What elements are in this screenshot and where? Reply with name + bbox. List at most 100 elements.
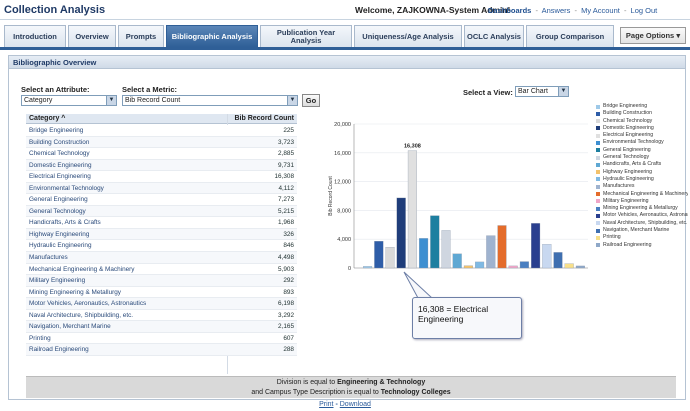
category-cell[interactable]: Mechanical Engineering & Machinery xyxy=(29,266,135,273)
tab-overview[interactable]: Overview xyxy=(68,25,116,47)
view-value: Bar Chart xyxy=(518,88,548,95)
category-cell[interactable]: Bridge Engineering xyxy=(29,127,83,134)
table-row: Naval Architecture, Shipbuilding, etc. 3,… xyxy=(26,309,297,322)
y-axis-label: Bib Record Count xyxy=(328,176,334,216)
legend-item: Hydraulic Engineering xyxy=(596,176,688,183)
category-cell[interactable]: Handicrafts, Arts & Crafts xyxy=(29,219,101,226)
category-cell[interactable]: Domestic Engineering xyxy=(29,162,92,169)
legend-label: Military Engineering xyxy=(603,197,649,204)
log-out-link[interactable]: Log Out xyxy=(631,6,658,15)
chart-bar xyxy=(542,244,552,269)
legend-item: Printing xyxy=(596,234,688,241)
y-tick-label: 8,000 xyxy=(337,208,351,214)
tab-introduction[interactable]: Introduction xyxy=(4,25,66,47)
my-account-link[interactable]: My Account xyxy=(581,6,620,15)
metric-select[interactable]: Bib Record Count ▼ xyxy=(122,95,298,106)
legend-label: Motor Vehicles, Aeronautics, Astronautic… xyxy=(603,212,688,219)
tab-bibliographic-analysis[interactable]: Bibliographic Analysis xyxy=(166,25,258,47)
count-cell: 16,308 xyxy=(274,173,294,181)
legend-item: Electrical Engineering xyxy=(596,132,688,139)
column-header-bib-record-count[interactable]: Bib Record Count xyxy=(229,115,295,122)
category-cell[interactable]: Electrical Engineering xyxy=(29,173,91,180)
legend-label: Handicrafts, Arts & Crafts xyxy=(603,161,662,168)
column-header-category[interactable]: Category ^ xyxy=(29,115,65,122)
category-cell[interactable]: Manufactures xyxy=(29,254,68,261)
print-link[interactable]: Print xyxy=(319,401,333,408)
category-cell[interactable]: Highway Engineering xyxy=(29,231,89,238)
go-button[interactable]: Go xyxy=(302,94,320,107)
category-cell[interactable]: Navigation, Merchant Marine xyxy=(29,323,111,330)
count-cell: 893 xyxy=(283,288,294,296)
chevron-down-icon[interactable]: ▼ xyxy=(558,87,568,96)
chart-bar xyxy=(519,261,529,269)
category-cell[interactable]: Railroad Engineering xyxy=(29,346,89,353)
legend-label: General Technology xyxy=(603,154,650,161)
chart-bar xyxy=(486,235,496,269)
table-row: Domestic Engineering 9,731 xyxy=(26,159,297,172)
download-link[interactable]: Download xyxy=(340,401,371,408)
table-header: Category ^ Bib Record Count xyxy=(26,114,297,124)
legend-swatch xyxy=(596,140,600,145)
tab-prompts[interactable]: Prompts xyxy=(118,25,164,47)
count-cell: 7,273 xyxy=(278,196,294,204)
filter-line-1: Division is equal to Engineering & Techn… xyxy=(26,378,676,388)
legend-label: Printing xyxy=(603,234,621,241)
count-cell: 5,215 xyxy=(278,207,294,215)
attribute-select[interactable]: Category ▼ xyxy=(21,95,117,106)
legend-label: General Engineering xyxy=(603,146,651,153)
legend-item: Environmental Technology xyxy=(596,139,688,146)
filter-value: Engineering & Technology xyxy=(337,379,426,386)
tab-oclc-analysis[interactable]: OCLC Analysis xyxy=(464,25,524,47)
category-cell[interactable]: Naval Architecture, Shipbuilding, etc. xyxy=(29,312,133,319)
count-cell: 1,968 xyxy=(278,219,294,227)
view-select[interactable]: Bar Chart ▼ xyxy=(515,86,569,97)
legend-swatch xyxy=(596,243,600,248)
table-row: Electrical Engineering 16,308 xyxy=(26,171,297,183)
view-label: Select a View: xyxy=(463,88,513,97)
tab-bar: Introduction Overview Prompts Bibliograp… xyxy=(0,20,690,49)
chevron-down-icon[interactable]: ▼ xyxy=(287,96,297,105)
answers-link[interactable]: Answers xyxy=(542,6,571,15)
chart-bar xyxy=(553,252,563,269)
category-cell[interactable]: Mining Engineering & Metallurgy xyxy=(29,289,121,296)
legend-label: Chemical Technology xyxy=(603,117,653,124)
table-row: General Engineering 7,273 xyxy=(26,194,297,206)
attribute-value: Category xyxy=(24,97,53,104)
table-body: Bridge Engineering 225 Building Constructi… xyxy=(26,125,297,356)
page-options-button[interactable]: Page Options ▾ xyxy=(620,27,686,44)
tab-uniqueness-age-analysis[interactable]: Uniqueness/Age Analysis xyxy=(354,25,462,47)
legend-swatch xyxy=(596,104,600,109)
category-cell[interactable]: Chemical Technology xyxy=(29,150,90,157)
legend-swatch xyxy=(596,162,600,167)
legend-item: Domestic Engineering xyxy=(596,125,688,132)
legend-swatch xyxy=(596,192,600,197)
category-cell[interactable]: Military Engineering xyxy=(29,277,85,284)
table-row: Railroad Engineering 288 xyxy=(26,344,297,356)
panel-title: Bibliographic Overview xyxy=(9,56,685,69)
legend-item: Handicrafts, Arts & Crafts xyxy=(596,161,688,168)
category-cell[interactable]: Printing xyxy=(29,335,51,342)
category-cell[interactable]: Environmental Technology xyxy=(29,185,104,192)
count-cell: 4,498 xyxy=(278,254,294,262)
category-cell[interactable]: Hydraulic Engineering xyxy=(29,242,92,249)
chart-bar xyxy=(452,253,462,269)
category-cell[interactable]: General Technology xyxy=(29,208,86,215)
legend-label: Navigation, Merchant Marine xyxy=(603,227,670,234)
legend-swatch xyxy=(596,221,600,226)
category-cell[interactable]: General Engineering xyxy=(29,196,88,203)
tab-publication-year-analysis[interactable]: Publication Year Analysis xyxy=(260,25,352,47)
table-row: Chemical Technology 2,885 xyxy=(26,148,297,160)
legend-swatch xyxy=(596,126,600,131)
category-cell[interactable]: Motor Vehicles, Aeronautics, Astronautic… xyxy=(29,300,146,307)
count-cell: 288 xyxy=(283,346,294,354)
chevron-down-icon[interactable]: ▼ xyxy=(106,96,116,105)
legend-swatch xyxy=(596,235,600,240)
tab-group-comparison[interactable]: Group Comparison xyxy=(526,25,614,47)
legend-label: Naval Architecture, Shipbuilding, etc. xyxy=(603,219,688,226)
dashboards-link[interactable]: Dashboards xyxy=(488,6,531,15)
bar-chart: 0 4,000 8,000 12,000 16,000 20,000 Bib Record … xyxy=(328,122,588,272)
legend-label: Manufactures xyxy=(603,183,635,190)
chart-bar xyxy=(396,197,406,269)
category-cell[interactable]: Building Construction xyxy=(29,139,89,146)
filter-value: Technology Colleges xyxy=(380,389,451,396)
